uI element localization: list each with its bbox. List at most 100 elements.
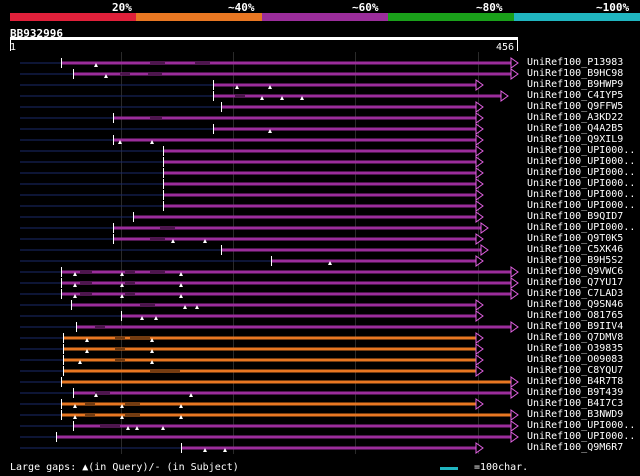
hit-end-arrow — [510, 376, 519, 388]
hit-end-arrow — [510, 68, 519, 80]
hit-end-arrow — [510, 387, 519, 399]
hit-end-arrow — [475, 299, 484, 311]
hit-label-link[interactable]: UniRef100_UPI000.. — [527, 420, 635, 431]
hit-gap — [195, 62, 210, 64]
hit-label-link[interactable]: UniRef100_B3NWD9 — [527, 409, 623, 420]
hit-aligned-bar — [63, 369, 477, 373]
hit-row — [20, 112, 484, 124]
hit-label-link[interactable]: UniRef100_B9QID7 — [527, 211, 623, 222]
hit-end-arrow — [475, 145, 484, 157]
hit-label-link[interactable]: UniRef100_B4R7T8 — [527, 376, 623, 387]
hit-gap — [125, 414, 140, 416]
color-band-segment — [514, 13, 640, 21]
hit-gap — [160, 227, 175, 229]
hit-label-link[interactable]: UniRef100_UPI000.. — [527, 156, 635, 167]
hit-row — [20, 288, 519, 300]
hit-aligned-bar — [63, 336, 477, 340]
hit-end-arrow — [480, 222, 489, 234]
hit-row — [20, 79, 484, 91]
hit-end-arrow — [475, 101, 484, 113]
hit-end-arrow — [475, 112, 484, 124]
hit-label-link[interactable]: UniRef100_O39835 — [527, 343, 623, 354]
hit-aligned-bar — [221, 105, 477, 109]
hit-label-link[interactable]: UniRef100_C7LAD3 — [527, 288, 623, 299]
legend-40-percent: ~40% — [228, 1, 255, 14]
hit-gap — [125, 403, 140, 405]
hit-label-link[interactable]: UniRef100_B4I7C3 — [527, 398, 623, 409]
gap-legend: Large gaps: ▲(in Query)/- (in Subject) — [10, 462, 239, 473]
hit-row — [20, 134, 484, 146]
hit-label-link[interactable]: UniRef100_Q9FFW5 — [527, 101, 623, 112]
hit-label-link[interactable]: UniRef100_B9HC98 — [527, 68, 623, 79]
hit-label-link[interactable]: UniRef100_Q9M6R7 — [527, 442, 623, 453]
hit-label-link[interactable]: UniRef100_UPI000.. — [527, 222, 635, 233]
hit-aligned-bar — [213, 94, 502, 98]
hit-aligned-bar — [221, 248, 482, 252]
hit-gap — [150, 117, 162, 119]
hit-aligned-bar — [163, 193, 477, 197]
hit-label-link[interactable]: UniRef100_A3KD22 — [527, 112, 623, 123]
hit-label-link[interactable]: UniRef100_UPI000.. — [527, 178, 635, 189]
hit-label-link[interactable]: UniRef100_C8YQU7 — [527, 365, 623, 376]
hit-end-arrow — [475, 156, 484, 168]
hit-label-link[interactable]: UniRef100_Q7YU17 — [527, 277, 623, 288]
hit-aligned-bar — [163, 160, 477, 164]
hit-aligned-bar — [113, 237, 477, 241]
hit-label-link[interactable]: UniRef100_Q4A2B5 — [527, 123, 623, 134]
hit-label-link[interactable]: UniRef100_Q9SN46 — [527, 299, 623, 310]
hit-label-link[interactable]: UniRef100_B9H5S2 — [527, 255, 623, 266]
hit-row — [20, 57, 519, 69]
color-band-segment — [10, 13, 136, 21]
hit-gap — [115, 359, 125, 361]
hit-label-link[interactable]: UniRef100_B9HWP9 — [527, 79, 623, 90]
hit-end-arrow — [510, 266, 519, 278]
hit-aligned-bar — [73, 424, 512, 428]
hit-end-arrow — [475, 442, 484, 454]
hit-row — [20, 156, 484, 168]
hit-row — [20, 167, 484, 179]
hit-label-link[interactable]: UniRef100_B9T439 — [527, 387, 623, 398]
hit-label-link[interactable]: UniRef100_O81765 — [527, 310, 623, 321]
hit-label-link[interactable]: UniRef100_Q9VWC6 — [527, 266, 623, 277]
hit-aligned-bar — [63, 347, 477, 351]
hit-end-arrow — [500, 90, 509, 102]
query-ruler — [10, 37, 518, 51]
hit-end-arrow — [510, 57, 519, 69]
hit-aligned-bar — [113, 116, 477, 120]
hit-row — [20, 211, 484, 223]
hit-aligned-bar — [163, 149, 477, 153]
hit-end-arrow — [475, 134, 484, 146]
legend-80-percent: ~80% — [476, 1, 503, 14]
hit-aligned-bar — [61, 61, 512, 65]
hit-gap — [80, 271, 92, 273]
hit-label-link[interactable]: UniRef100_P13983 — [527, 57, 623, 68]
hit-row — [20, 365, 484, 377]
hit-row — [20, 431, 519, 443]
hit-label-link[interactable]: UniRef100_UPI000.. — [527, 167, 635, 178]
hit-row — [20, 398, 484, 410]
hit-label-link[interactable]: UniRef100_UPI000.. — [527, 200, 635, 211]
hit-row — [20, 299, 484, 311]
hit-label-link[interactable]: UniRef100_UPI000.. — [527, 145, 635, 156]
hit-label-link[interactable]: UniRef100_UPI000.. — [527, 431, 635, 442]
hit-gap — [130, 337, 150, 339]
hit-label-link[interactable]: UniRef100_UPI000.. — [527, 189, 635, 200]
hit-label-link[interactable]: UniRef100_Q7DMV8 — [527, 332, 623, 343]
hit-end-arrow — [510, 409, 519, 421]
hit-end-arrow — [480, 244, 489, 256]
hit-aligned-bar — [213, 83, 477, 87]
hit-gap — [150, 271, 165, 273]
hit-row — [20, 145, 484, 157]
hit-label-link[interactable]: UniRef100_O09083 — [527, 354, 623, 365]
hit-aligned-bar — [163, 171, 477, 175]
hit-label-link[interactable]: UniRef100_Q9T0K5 — [527, 233, 623, 244]
hit-label-link[interactable]: UniRef100_B9IIV4 — [527, 321, 623, 332]
hit-aligned-bar — [163, 182, 477, 186]
hit-aligned-bar — [76, 325, 512, 329]
hit-gap — [85, 403, 95, 405]
hit-label-link[interactable]: UniRef100_C5XK46 — [527, 244, 623, 255]
hit-label-link[interactable]: UniRef100_C4IYP5 — [527, 90, 623, 101]
hit-label-link[interactable]: UniRef100_Q9XIL9 — [527, 134, 623, 145]
hit-end-arrow — [475, 255, 484, 267]
hit-end-arrow — [475, 354, 484, 366]
